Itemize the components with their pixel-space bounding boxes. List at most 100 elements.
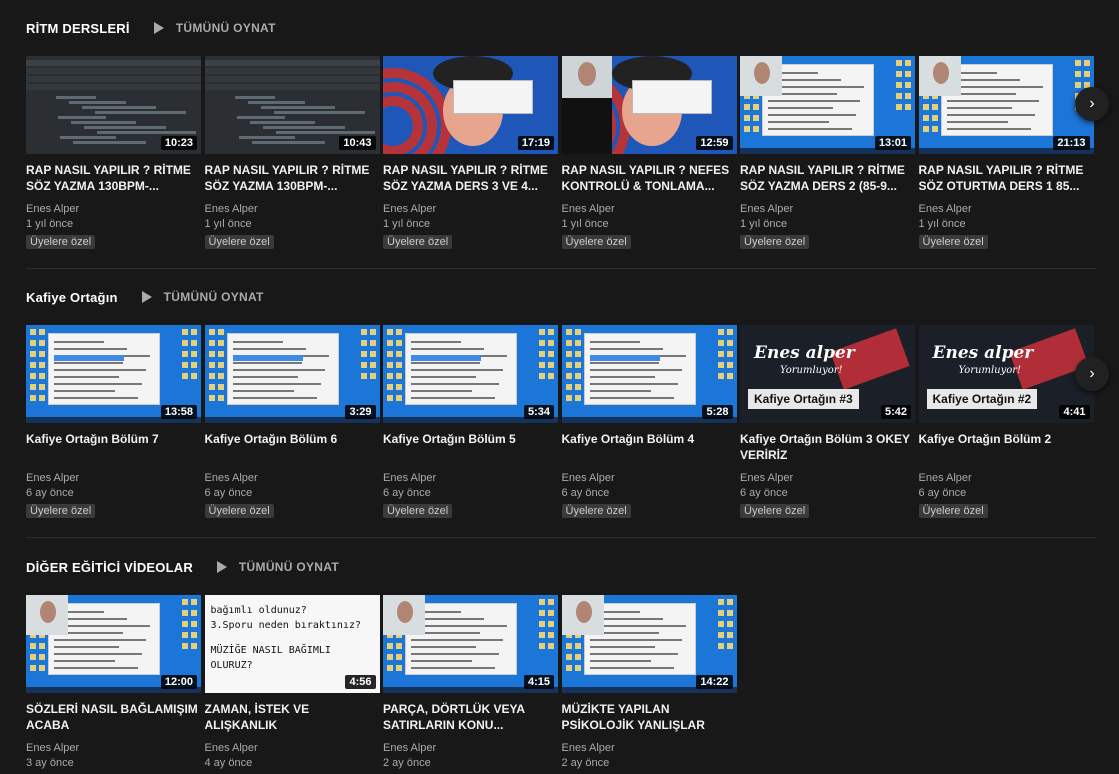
play-all-button[interactable]: TÜMÜNÜ OYNAT bbox=[153, 21, 276, 35]
video-card[interactable]: 14:22 MÜZİKTE YAPILAN PSİKOLOJİK YANLIŞLA… bbox=[561, 595, 737, 774]
video-thumbnail[interactable]: 17:19 bbox=[383, 56, 558, 154]
video-thumbnail[interactable]: 12:59 bbox=[561, 56, 737, 154]
video-thumbnail[interactable]: 3:29 bbox=[204, 325, 380, 423]
video-title[interactable]: Kafiye Ortağın Bölüm 6 bbox=[205, 431, 380, 463]
thumb-desktop-icon bbox=[717, 599, 724, 605]
video-title[interactable]: RAP NASIL YAPILIR ? RİTME SÖZ YAZMA DERS… bbox=[740, 162, 915, 194]
members-only-badge: Üyelere özel bbox=[561, 235, 631, 249]
video-card[interactable]: 17:19 RAP NASIL YAPILIR ? RİTME SÖZ YAZMA… bbox=[383, 56, 558, 250]
thumb-desktop-icon bbox=[208, 351, 215, 357]
next-button[interactable]: › bbox=[1075, 357, 1109, 391]
next-button[interactable]: › bbox=[1075, 87, 1109, 121]
video-channel[interactable]: Enes Alper bbox=[205, 471, 380, 486]
video-channel[interactable]: Enes Alper bbox=[26, 741, 201, 756]
video-channel[interactable]: Enes Alper bbox=[919, 202, 1094, 217]
play-triangle-icon bbox=[216, 561, 227, 573]
video-thumbnail[interactable]: 4:15 bbox=[383, 595, 558, 693]
thumb-webcam bbox=[740, 56, 782, 96]
video-thumbnail[interactable]: Enes alper Yorumluyor! Kafiye Ortağın #2 4:… bbox=[918, 325, 1094, 423]
video-title[interactable]: Kafiye Ortağın Bölüm 2 bbox=[919, 431, 1094, 463]
shelf-title[interactable]: DİĞER EĞİTİCİ VİDEOLAR bbox=[26, 560, 193, 575]
video-thumbnail[interactable]: 13:01 bbox=[740, 56, 915, 154]
video-card[interactable]: 12:00 SÖZLERİ NASIL BAĞLAMIŞIM ACABA Enes … bbox=[26, 595, 201, 774]
video-card[interactable]: 10:23 RAP NASIL YAPILIR ? RİTME SÖZ YAZMA… bbox=[26, 56, 201, 250]
video-channel[interactable]: Enes Alper bbox=[383, 202, 558, 217]
document-line: 3.Sporu neden bıraktınız? bbox=[210, 620, 362, 631]
video-thumbnail[interactable]: 5:34 bbox=[383, 325, 558, 423]
video-channel[interactable]: Enes Alper bbox=[205, 202, 380, 217]
video-title[interactable]: RAP NASIL YAPILIR ? RİTME SÖZ YAZMA 130B… bbox=[26, 162, 201, 194]
thumb-bar bbox=[204, 84, 380, 90]
members-only-badge: Üyelere özel bbox=[383, 504, 453, 518]
thumb-desktop-icon bbox=[387, 384, 393, 390]
video-thumbnail[interactable]: 14:22 bbox=[561, 595, 737, 693]
video-thumbnail[interactable]: 10:23 bbox=[26, 56, 201, 154]
thumb-desktop-icon bbox=[387, 362, 393, 368]
video-thumbnail[interactable]: bağımlı oldunuz? 3.Sporu neden bıraktınız… bbox=[204, 595, 380, 693]
video-channel[interactable]: Enes Alper bbox=[740, 471, 915, 486]
thumb-text-line bbox=[411, 390, 472, 392]
thumb-desktop-icon bbox=[896, 104, 902, 110]
video-channel[interactable]: Enes Alper bbox=[562, 202, 737, 217]
thumb-text-line bbox=[946, 114, 1035, 116]
video-title[interactable]: MÜZİKTE YAPILAN PSİKOLOJİK YANLIŞLAR bbox=[562, 701, 737, 733]
video-title[interactable]: Kafiye Ortağın Bölüm 3 OKEY VERİRİZ bbox=[740, 431, 915, 463]
video-thumbnail[interactable]: Enes alper Yorumluyor! Kafiye Ortağın #3 5:… bbox=[740, 325, 915, 423]
video-card[interactable]: bağımlı oldunuz? 3.Sporu neden bıraktınız… bbox=[204, 595, 380, 774]
play-all-button[interactable]: TÜMÜNÜ OYNAT bbox=[141, 290, 264, 304]
thumb-desktop-icon bbox=[726, 373, 733, 379]
video-duration: 12:59 bbox=[696, 136, 733, 150]
video-thumbnail[interactable]: 12:00 bbox=[26, 595, 201, 693]
video-title[interactable]: RAP NASIL YAPILIR ? RİTME SÖZ YAZMA 130B… bbox=[205, 162, 380, 194]
video-card[interactable]: Enes alper Yorumluyor! Kafiye Ortağın #3 5:… bbox=[740, 325, 915, 519]
video-title[interactable]: SÖZLERİ NASIL BAĞLAMIŞIM ACABA bbox=[26, 701, 201, 733]
thumb-desktop-icon bbox=[30, 654, 36, 660]
video-title[interactable]: PARÇA, DÖRTLÜK VEYA SATIRLARIN KONU... bbox=[383, 701, 558, 733]
video-title[interactable]: Kafiye Ortağın Bölüm 5 bbox=[383, 431, 558, 463]
thumb-black bbox=[561, 98, 612, 154]
video-channel[interactable]: Enes Alper bbox=[740, 202, 915, 217]
video-channel[interactable]: Enes Alper bbox=[562, 471, 737, 486]
video-thumbnail[interactable]: 10:43 bbox=[204, 56, 380, 154]
thumb-desktop-icon bbox=[717, 621, 724, 627]
video-thumbnail[interactable]: 5:28 bbox=[561, 325, 737, 423]
video-card[interactable]: 21:13 RAP NASIL YAPILIR ? RİTME SÖZ OTURT… bbox=[918, 56, 1094, 250]
video-channel[interactable]: Enes Alper bbox=[562, 741, 737, 756]
video-card[interactable]: 4:15 PARÇA, DÖRTLÜK VEYA SATIRLARIN KONU.… bbox=[383, 595, 558, 774]
video-channel[interactable]: Enes Alper bbox=[26, 202, 201, 217]
video-card[interactable]: 10:43 RAP NASIL YAPILIR ? RİTME SÖZ YAZMA… bbox=[204, 56, 380, 250]
video-card[interactable]: 5:28 Kafiye Ortağın Bölüm 4 Enes Alper 6 ay… bbox=[561, 325, 737, 519]
video-channel[interactable]: Enes Alper bbox=[383, 741, 558, 756]
shelf-title[interactable]: Kafiye Ortağın bbox=[26, 290, 118, 305]
thumb-bar bbox=[26, 68, 201, 74]
video-card[interactable]: Enes alper Yorumluyor! Kafiye Ortağın #2 4:… bbox=[918, 325, 1094, 519]
thumb-desktop-icon bbox=[726, 610, 733, 616]
video-channel[interactable]: Enes Alper bbox=[919, 471, 1094, 486]
thumb-text-line bbox=[54, 348, 127, 350]
video-channel[interactable]: Enes Alper bbox=[383, 471, 558, 486]
video-age: 6 ay önce bbox=[383, 487, 431, 499]
thumb-text-line bbox=[232, 369, 325, 371]
thumb-desktop-icon bbox=[182, 621, 188, 627]
video-title[interactable]: RAP NASIL YAPILIR ? NEFES KONTROLÜ & TON… bbox=[562, 162, 737, 194]
video-title[interactable]: Kafiye Ortağın Bölüm 7 bbox=[26, 431, 201, 463]
video-card[interactable]: 5:34 Kafiye Ortağın Bölüm 5 Enes Alper 6 ay… bbox=[383, 325, 558, 519]
video-card[interactable]: 13:01 RAP NASIL YAPILIR ? RİTME SÖZ YAZMA… bbox=[740, 56, 915, 250]
thumb-desktop-icon bbox=[548, 621, 554, 627]
video-title[interactable]: Kafiye Ortağın Bölüm 4 bbox=[562, 431, 737, 463]
video-thumbnail[interactable]: 13:58 bbox=[26, 325, 201, 423]
members-only-badge: Üyelere özel bbox=[26, 504, 96, 518]
promo-subtitle: Yorumluyor! bbox=[780, 365, 843, 376]
play-all-button[interactable]: TÜMÜNÜ OYNAT bbox=[216, 560, 339, 574]
video-channel[interactable]: Enes Alper bbox=[205, 741, 380, 756]
video-channel[interactable]: Enes Alper bbox=[26, 471, 201, 486]
video-title[interactable]: ZAMAN, İSTEK VE ALIŞKANLIK bbox=[205, 701, 380, 733]
video-card[interactable]: 3:29 Kafiye Ortağın Bölüm 6 Enes Alper 6 ay… bbox=[204, 325, 380, 519]
video-card[interactable]: 12:59 RAP NASIL YAPILIR ? NEFES KONTROLÜ … bbox=[561, 56, 737, 250]
video-title[interactable]: RAP NASIL YAPILIR ? RİTME SÖZ OTURTMA DE… bbox=[919, 162, 1094, 194]
shelf-title[interactable]: RİTM DERSLERİ bbox=[26, 21, 130, 36]
video-duration: 5:28 bbox=[702, 405, 733, 419]
video-card[interactable]: 13:58 Kafiye Ortağın Bölüm 7 Enes Alper 6 a… bbox=[26, 325, 201, 519]
video-thumbnail[interactable]: 21:13 bbox=[918, 56, 1094, 154]
video-title[interactable]: RAP NASIL YAPILIR ? RİTME SÖZ YAZMA DERS… bbox=[383, 162, 558, 194]
